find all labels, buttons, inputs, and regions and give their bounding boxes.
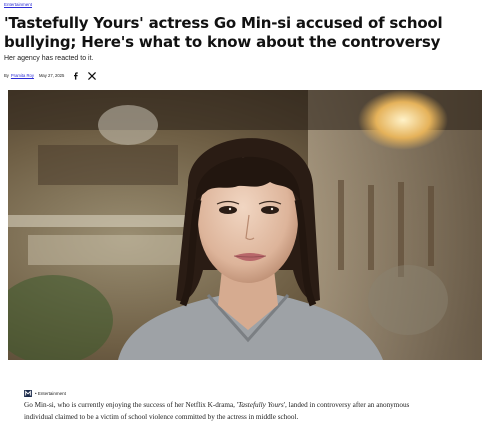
article-body-paragraph: Go Min-si, who is currently enjoying the… (24, 399, 424, 423)
source-label[interactable]: • Entertainment (35, 391, 66, 396)
byline: By Pramita Roy May 27, 2025 (4, 71, 97, 80)
publish-date: May 27, 2025 (38, 73, 65, 78)
article-headline: 'Tastefully Yours' actress Go Min-si acc… (4, 14, 443, 51)
source-row: • Entertainment (24, 389, 66, 397)
x-icon[interactable] (88, 71, 97, 80)
body-text-part1: Go Min-si, who is currently enjoying the… (24, 401, 239, 409)
author-link[interactable]: Pramita Roy (11, 73, 34, 78)
byline-prefix: By (4, 73, 9, 78)
facebook-icon[interactable] (72, 71, 80, 80)
category-link[interactable]: Entertainment (4, 2, 32, 7)
hero-photo (8, 90, 482, 360)
publisher-logo-icon (24, 389, 32, 397)
article-subhead: Her agency has reacted to it. (4, 55, 94, 62)
hero-image (8, 90, 482, 360)
drama-title: Tastefully Yours (238, 401, 284, 409)
